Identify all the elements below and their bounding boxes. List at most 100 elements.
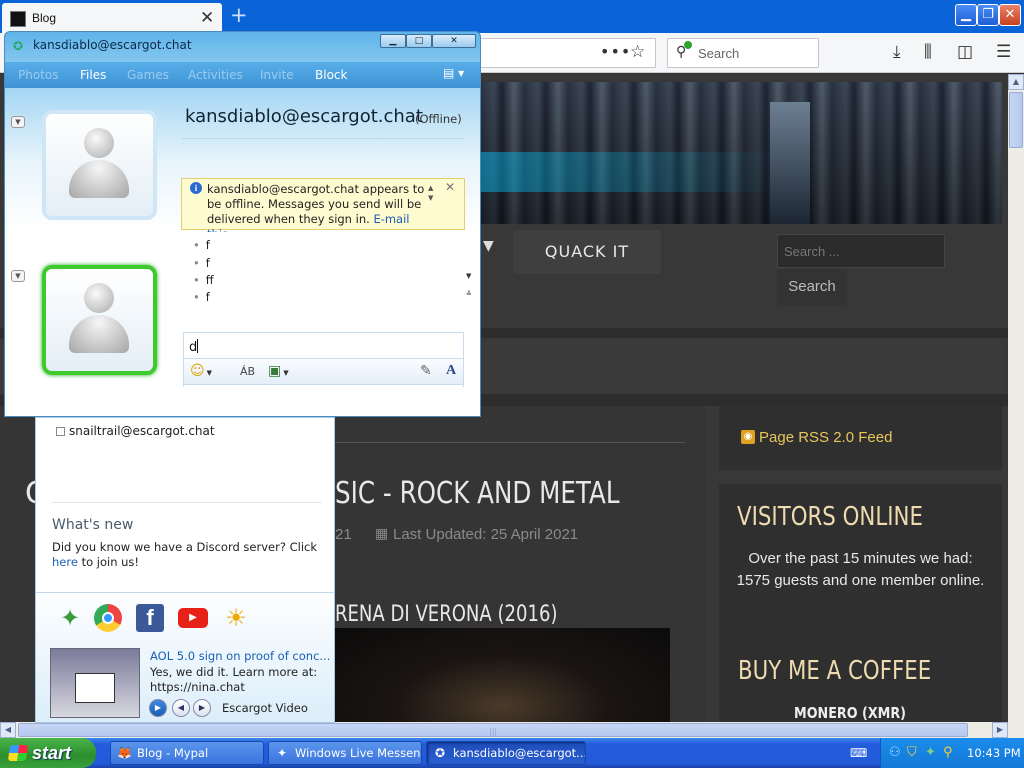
restore-button[interactable]: ❐ [977,4,999,26]
library-icon[interactable]: ⫼ [924,42,932,62]
font-icon[interactable]: A [446,363,456,379]
rss-link[interactable]: Page RSS 2.0 Feed [759,429,892,446]
video-prev-icon[interactable]: ◀ [172,699,190,717]
keyboard-icon[interactable]: ⌨ [850,746,867,760]
toolbar-activities[interactable]: Activities [188,68,243,82]
contact-name: kansdiablo@escargot.chat [185,106,423,127]
toolbar-menu-icon[interactable]: ▤ ▾ [443,66,464,80]
scroll-up-arrow-icon[interactable]: ▲ [1008,74,1024,90]
menu-item-quack-it[interactable]: QUACK IT [513,230,661,274]
conversation-maximize-button[interactable]: □ [406,34,432,48]
window-close-button[interactable]: ✕ [999,4,1021,26]
article-subtitle: RENA DI VERONA (2016) [335,602,558,627]
monero-label: MONERO (XMR) [794,704,907,722]
info-icon: i [190,182,202,194]
toolbar-invite[interactable]: Invite [260,68,294,82]
tab-strip: Blog ✕ + ▁ ❐ ✕ [0,0,1024,33]
history-scroll-end-icon[interactable]: ≚ [466,290,472,298]
discord-link[interactable]: here [52,555,78,569]
tab-blog[interactable]: Blog ✕ [2,3,222,33]
minimize-button[interactable]: ▁ [955,4,977,26]
menu-hamburger-icon[interactable]: ☰ [996,42,1011,62]
menu-dropdown-arrow-icon[interactable]: ▼ [483,238,494,254]
network-icon[interactable]: ⚇ [889,745,901,760]
page-actions-icon[interactable]: ••• [600,42,631,61]
contact-avatar[interactable] [42,110,157,220]
system-tray: ⚇ ⛉ ✦ ⚲ 10:43 PM [880,738,1024,768]
emoticon-icon[interactable]: ☺ ▼ [190,363,212,379]
site-search-input[interactable]: Search ... [777,234,945,268]
tab-title: Blog [32,11,57,25]
scroll-right-arrow-icon[interactable]: ▶ [992,722,1008,738]
site-search-button[interactable]: Search [777,269,847,305]
messenger-buddy-icon: ✪ [13,39,24,53]
taskbar-item-blog[interactable]: 🦊 Blog - Mypal [110,741,264,765]
message-history[interactable]: • f • f • ff • f ▼ ≚ [183,232,477,306]
search-placeholder: Search [698,46,740,61]
rss-icon: ◉ [741,430,755,444]
chrome-icon[interactable] [94,604,122,632]
video-source-label: Escargot Video [222,701,308,715]
rss-feed-box: ◉ Page RSS 2.0 Feed [719,406,1002,470]
visitors-title: VISITORS ONLINE [737,502,923,532]
messenger-tray-icon[interactable]: ✦ [925,745,936,760]
compose-toolbar: ☺ ▼ ÁB ▣ ▼ ✎ A [183,358,464,385]
conversation-close-button[interactable]: ✕ [432,34,476,48]
security-shield-icon[interactable]: ⛉ [907,745,917,760]
spellcheck-icon[interactable]: ÁB [240,365,255,378]
toolbar-files[interactable]: Files [80,68,106,82]
favicon-icon [10,11,26,27]
notice-scroll-icon[interactable]: ▲ ▼ [428,183,433,203]
video-description: Yes, we did it. Learn more at: https://n… [150,665,318,694]
toolbar-games[interactable]: Games [127,68,169,82]
horizontal-scrollbar[interactable]: ◀ ||| ▶ [0,722,1008,738]
message-input-text: d [189,339,199,355]
history-scroll-down-icon[interactable]: ▼ [466,272,471,280]
download-icon[interactable]: ⤓ [893,42,901,62]
messenger-contact-list: snailtrail@escargot.chat What's new Did … [35,417,335,723]
handwriting-icon[interactable]: ✎ [420,363,432,379]
search-tray-icon[interactable]: ⚲ [943,745,953,760]
video-play-icon[interactable]: ▶ [149,699,167,717]
taskbar-item-messenger[interactable]: ✦ Windows Live Messen... [268,741,422,765]
taskbar-item-conversation[interactable]: ✪ kansdiablo@escargot.... [426,741,586,765]
buy-me-a-coffee-box: BUY ME A COFFEE MONERO (XMR) [719,636,1002,722]
collapse-remote-avatar-icon[interactable]: ▼ [11,116,25,128]
browser-icon: 🦊 [117,746,132,760]
collapse-self-avatar-icon[interactable]: ▼ [11,270,25,282]
new-tab-button[interactable]: + [230,3,248,27]
toolbar-photos[interactable]: Photos [18,68,58,82]
visitors-text: Over the past 15 minutes we had: 1575 gu… [736,550,985,589]
offline-notice: i kansdiablo@escargot.chat appears to be… [181,178,465,241]
msn-butterfly-icon[interactable]: ✦ [56,604,84,632]
url-bar[interactable]: ••• ☆ [480,38,656,68]
send-picture-icon[interactable]: ▣ ▼ [268,363,289,379]
horizontal-scroll-thumb[interactable]: ||| [18,723,968,737]
vertical-scroll-thumb[interactable] [1009,92,1023,148]
vertical-scrollbar[interactable]: ▲ [1008,74,1024,722]
sidebar-icon[interactable]: ◫ [957,42,973,62]
facebook-icon[interactable]: f [136,604,164,632]
scroll-left-arrow-icon[interactable]: ◀ [0,722,16,738]
article-title: SIC - ROCK AND METAL [335,476,620,511]
conversation-minimize-button[interactable]: ▁ [380,34,406,48]
start-button[interactable]: start [0,738,96,768]
article-last-updated: Last Updated: 25 April 2021 [393,526,579,543]
toolbar-block[interactable]: Block [315,68,347,82]
coffee-title: BUY ME A COFFEE [738,656,932,686]
contact-status-icon [56,427,65,436]
weather-sun-icon[interactable]: ☀ [222,604,250,632]
tab-close-icon[interactable]: ✕ [200,8,214,28]
youtube-icon[interactable]: ▶ [178,608,208,628]
video-thumbnail[interactable] [50,648,140,718]
message-item: • ff [193,273,214,287]
video-title-link[interactable]: AOL 5.0 sign on proof of conc... [150,649,330,663]
contact-item[interactable]: snailtrail@escargot.chat [69,424,215,438]
article-published-date: 21 [335,526,352,543]
my-avatar[interactable] [42,265,157,375]
notice-close-icon[interactable]: ✕ [445,180,455,194]
bookmark-star-icon[interactable]: ☆ [630,42,645,62]
search-input[interactable]: ⚲ Search [667,38,819,68]
taskbar: start 🦊 Blog - Mypal ✦ Windows Live Mess… [0,738,1024,768]
video-next-icon[interactable]: ▶ [193,699,211,717]
